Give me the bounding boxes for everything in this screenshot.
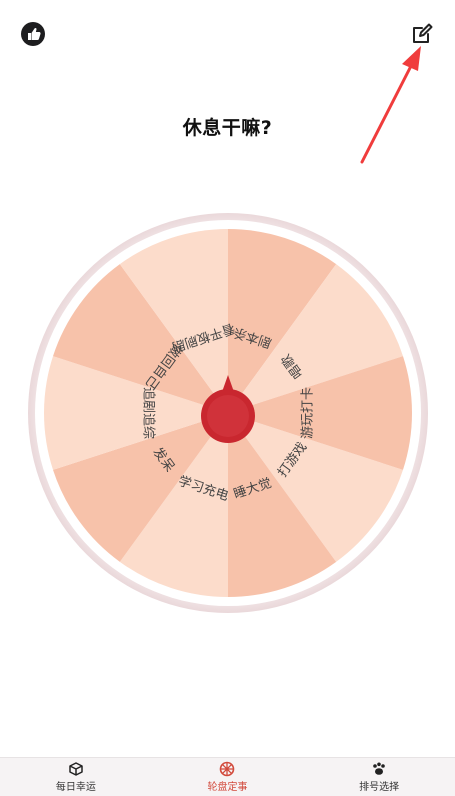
edit-button[interactable] [408, 20, 436, 48]
nav-daily-luck[interactable]: 每日幸运 [16, 758, 136, 796]
wheel-icon [220, 761, 235, 777]
nav-label: 每日幸运 [55, 782, 96, 793]
like-button[interactable] [19, 20, 47, 48]
page-title: 休息干嘛? [182, 117, 273, 139]
nav-number-select[interactable]: 排号选择 [319, 758, 439, 796]
box-icon [69, 762, 83, 776]
thumbs-up-icon [21, 22, 45, 46]
nav-label: 轮盘定事 [207, 782, 248, 793]
spin-wheel[interactable]: 打游戏 睡大觉 学习充电 发呆 追剧追综 做回自己 看平板刷剧 剧本杀 唱歌 游玩打卡 [27, 212, 429, 614]
edit-icon [413, 23, 433, 43]
nav-label: 排号选择 [359, 782, 400, 793]
paw-icon [373, 762, 385, 775]
bottom-nav: 每日幸运 轮盘定事 排号选择 [0, 757, 455, 796]
wheel-segment-label: 游玩打卡 [301, 387, 316, 439]
nav-wheel[interactable]: 轮盘定事 [167, 758, 287, 796]
wheel-segment-label: 追剧追综 [141, 387, 157, 439]
annotation-arrow [360, 46, 421, 164]
